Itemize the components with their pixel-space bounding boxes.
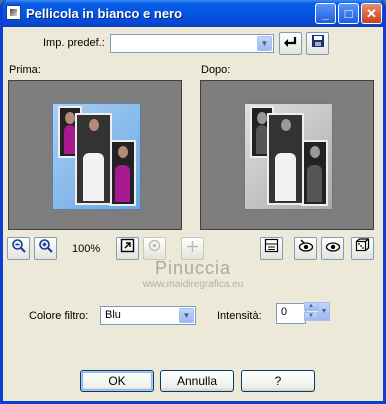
navigate-button[interactable] <box>143 237 166 260</box>
cancel-button[interactable]: Annulla <box>160 370 234 392</box>
image-panel-center <box>75 113 112 205</box>
presets-dropdown[interactable]: ▼ <box>110 34 274 53</box>
zoom-out-icon <box>11 239 26 253</box>
intensity-value: 0 <box>281 306 288 318</box>
filter-color-value: Blu <box>105 309 121 321</box>
watermark-url: www.maidiregrafica.eu <box>142 279 244 290</box>
app-icon <box>6 5 21 20</box>
randomize-icon <box>355 238 370 252</box>
filter-color-dropdown[interactable]: Blu ▼ <box>100 306 196 325</box>
chevron-down-icon[interactable]: ▼ <box>318 302 330 321</box>
save-icon <box>311 35 324 47</box>
proof-icon <box>298 239 313 252</box>
fit-window-button[interactable] <box>116 237 139 260</box>
filter-color-label: Colore filtro: <box>29 310 89 322</box>
image-panel-right <box>301 140 328 206</box>
image-panel-center <box>267 113 304 205</box>
spin-up-icon[interactable]: ▲ <box>304 302 318 311</box>
reset-icon <box>284 37 297 47</box>
before-preview[interactable] <box>8 80 182 230</box>
toggle-preview-button[interactable] <box>260 237 283 260</box>
after-preview[interactable] <box>200 80 374 230</box>
proof-button[interactable] <box>294 237 317 260</box>
intensity-field[interactable]: 0 <box>276 303 306 324</box>
presets-label: Imp. predef.: <box>43 37 105 49</box>
zoom-in-icon <box>38 239 53 253</box>
randomize-button[interactable] <box>351 237 374 260</box>
fit-window-icon <box>120 238 135 253</box>
before-label: Prima: <box>9 64 41 76</box>
chevron-down-icon[interactable]: ▼ <box>179 308 194 323</box>
zoom-in-button[interactable] <box>34 237 57 260</box>
help-button[interactable]: ? <box>241 370 315 392</box>
image-panel-right <box>109 140 136 206</box>
spin-down-icon[interactable]: ▼ <box>304 312 318 321</box>
title-bar[interactable]: Pellicola in bianco e nero _ □ ✕ <box>3 0 383 27</box>
save-preset-button[interactable] <box>306 32 329 55</box>
zoom-level: 100% <box>72 243 101 255</box>
chevron-down-icon[interactable]: ▼ <box>257 36 272 51</box>
pan-icon <box>187 241 198 252</box>
auto-proof-button[interactable] <box>321 237 344 260</box>
pan-button[interactable] <box>181 237 204 260</box>
toggle-preview-icon <box>264 238 279 253</box>
after-image <box>244 103 333 210</box>
ok-button[interactable]: OK <box>80 370 154 392</box>
reset-button[interactable] <box>279 32 302 55</box>
dialog-window: Pellicola in bianco e nero _ □ ✕ Imp. pr… <box>0 0 386 404</box>
close-button[interactable]: ✕ <box>361 3 382 24</box>
eye-icon <box>325 242 340 252</box>
minimize-button[interactable]: _ <box>315 3 336 24</box>
zoom-out-button[interactable] <box>7 237 30 260</box>
intensity-spinner[interactable]: ▲ ▼ ▼ <box>304 302 330 321</box>
navigate-icon <box>148 239 161 252</box>
watermark-name: Pinuccia <box>154 258 232 278</box>
before-image <box>52 103 141 210</box>
maximize-button[interactable]: □ <box>338 3 359 24</box>
window-title: Pellicola in bianco e nero <box>26 6 183 21</box>
after-label: Dopo: <box>201 64 231 76</box>
intensity-label: Intensità: <box>217 310 262 322</box>
